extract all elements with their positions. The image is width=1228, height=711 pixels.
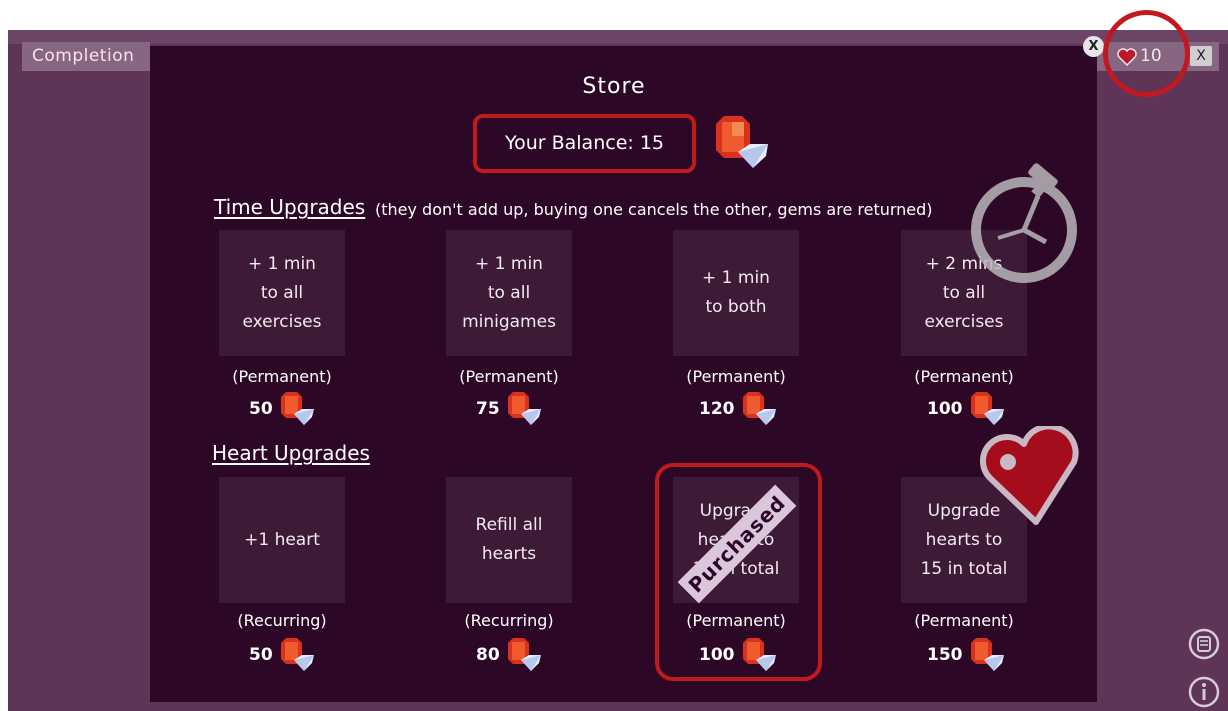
time-upgrades-note: (they don't add up, buying one cancels t… xyxy=(375,200,933,219)
top-strip xyxy=(8,30,1228,44)
price-value: 50 xyxy=(249,399,273,419)
app-close-button[interactable]: X xyxy=(1190,46,1212,66)
time-upgrade-type-4: (Permanent) xyxy=(914,367,1014,386)
heart-upgrade-type-1: (Recurring) xyxy=(237,611,327,630)
gem-icon xyxy=(507,638,541,671)
store-title: Store xyxy=(582,74,646,99)
gem-icon xyxy=(280,392,314,425)
info-icon[interactable] xyxy=(1188,676,1220,708)
time-upgrade-type-2: (Permanent) xyxy=(459,367,559,386)
time-upgrade-price-3: 120 xyxy=(699,392,777,426)
time-upgrade-price-4: 100 xyxy=(927,392,1005,426)
stopwatch-icon xyxy=(971,163,1077,283)
time-upgrade-price-1: 50 xyxy=(249,392,315,426)
price-value: 120 xyxy=(699,399,735,419)
completion-bar: Completion xyxy=(22,42,150,71)
balance-display: Your Balance: 15 xyxy=(473,114,696,173)
gem-icon xyxy=(716,116,768,168)
heart-icon xyxy=(979,426,1079,525)
price-value: 150 xyxy=(927,645,963,665)
heart-upgrade-card-1[interactable]: +1 heart xyxy=(219,477,345,603)
price-value: 80 xyxy=(476,645,500,665)
scroll-icon[interactable] xyxy=(1188,628,1220,660)
gem-icon xyxy=(280,638,314,671)
heart-upgrades-heading: Heart Upgrades xyxy=(212,441,370,465)
purchased-highlight xyxy=(655,463,822,681)
heart-upgrade-price-2: 80 xyxy=(476,638,542,672)
heart-upgrade-price-4: 150 xyxy=(927,638,1005,672)
price-value: 75 xyxy=(476,399,500,419)
heart-upgrade-price-1: 50 xyxy=(249,638,315,672)
time-upgrade-price-2: 75 xyxy=(476,392,542,426)
heart-upgrade-type-2: (Recurring) xyxy=(464,611,554,630)
time-upgrade-card-2[interactable]: + 1 min to all minigames xyxy=(446,230,572,356)
gem-icon xyxy=(507,392,541,425)
gem-icon xyxy=(970,638,1004,671)
heart-upgrade-type-4: (Permanent) xyxy=(914,611,1014,630)
time-upgrade-card-1[interactable]: + 1 min to all exercises xyxy=(219,230,345,356)
price-value: 100 xyxy=(927,399,963,419)
time-upgrade-type-3: (Permanent) xyxy=(686,367,786,386)
gem-icon xyxy=(742,392,776,425)
heart-upgrade-card-2[interactable]: Refill all hearts xyxy=(446,477,572,603)
time-upgrade-card-3[interactable]: + 1 min to both xyxy=(673,230,799,356)
store-close-button[interactable]: X xyxy=(1083,36,1104,57)
price-value: 50 xyxy=(249,645,273,665)
time-upgrade-type-1: (Permanent) xyxy=(232,367,332,386)
gem-icon xyxy=(970,392,1004,425)
time-upgrades-heading: Time Upgrades xyxy=(214,195,366,219)
